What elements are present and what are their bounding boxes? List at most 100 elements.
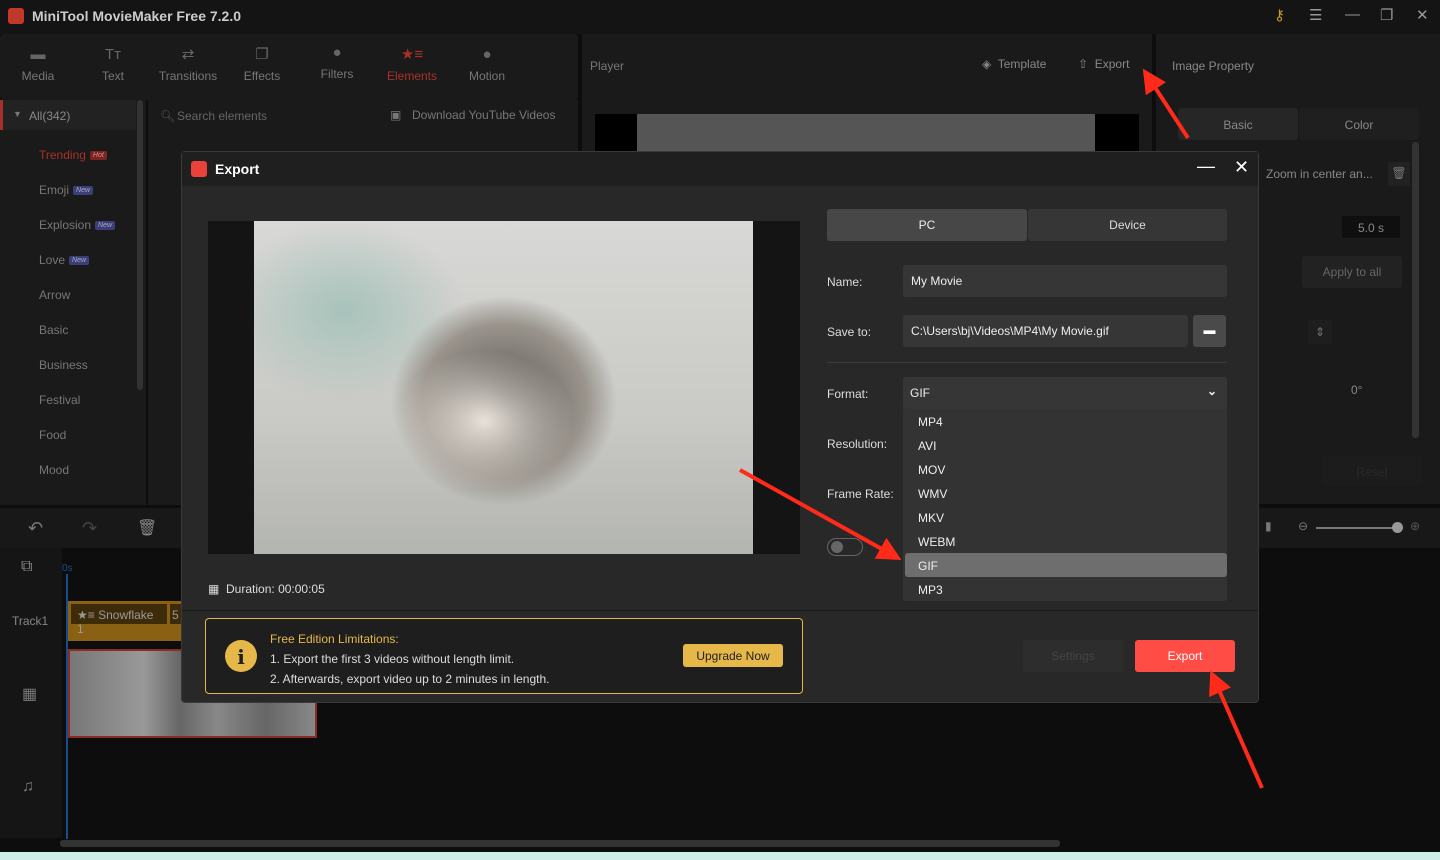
category-item[interactable]: Trending Hot [39, 148, 107, 162]
category-item[interactable]: Business [39, 358, 88, 372]
close-icon[interactable]: ✕ [1416, 6, 1429, 24]
toggle-knob [831, 541, 843, 553]
format-select[interactable]: GIF ⌄ [903, 377, 1227, 409]
elements-icon: ★≡ [400, 46, 424, 63]
search-input[interactable]: Search elements [177, 109, 267, 123]
tab-motion[interactable]: ● Motion [457, 46, 517, 83]
tab-color[interactable]: Color [1299, 108, 1419, 140]
text-icon: Tт [104, 46, 122, 63]
category-item[interactable]: Festival [39, 393, 80, 407]
name-input[interactable]: My Movie [903, 265, 1227, 297]
film-icon: ▦ [208, 582, 220, 596]
app-title: MiniTool MovieMaker Free 7.2.0 [32, 8, 242, 24]
reset-button[interactable]: Reset [1322, 456, 1422, 486]
zoom-in-icon[interactable]: ⊕ [1410, 519, 1420, 533]
folder-icon: ▬ [30, 46, 46, 63]
video-track-icon: ▦ [22, 686, 38, 703]
category-badge: Hot [89, 151, 107, 161]
preview-image [637, 114, 1095, 154]
export-top-button[interactable]: ⇧ Export [1078, 57, 1129, 71]
template-button[interactable]: ◈ Template [982, 57, 1046, 71]
tab-text[interactable]: Tт Text [83, 46, 143, 83]
timeline-scrollbar[interactable] [60, 840, 1060, 847]
category-item[interactable]: Explosion New [39, 218, 116, 232]
format-option-gif[interactable]: GIF [905, 553, 1227, 577]
maximize-icon[interactable]: ❐ [1380, 6, 1393, 24]
category-item[interactable]: Basic [39, 323, 68, 337]
close-icon[interactable]: ✕ [1234, 157, 1249, 178]
minimize-icon[interactable]: — [1197, 156, 1215, 177]
tab-basic[interactable]: Basic [1178, 108, 1298, 140]
category-item[interactable]: Food [39, 428, 66, 442]
category-badge: New [73, 186, 94, 196]
category-all-label: All(342) [29, 109, 71, 123]
format-option-wmv[interactable]: WMV [905, 481, 1227, 505]
main-toolbar: ▬ Media Tт Text ⇄ Transitions ❐ Effects ● Fil… [0, 34, 578, 100]
tab-transitions[interactable]: ⇄ Transitions [152, 46, 224, 83]
element-clip[interactable]: ★≡ Snowflake 1 5 [68, 601, 183, 641]
export-dialog: Export — ✕ ▦ Duration: 00:00:05 PC Devic… [181, 151, 1259, 703]
property-scrollbar[interactable] [1412, 142, 1419, 438]
sidebar-scrollbar[interactable] [137, 100, 143, 390]
category-item[interactable]: Love New [39, 253, 90, 267]
zoom-slider[interactable] [1316, 527, 1396, 529]
format-option-avi[interactable]: AVI [905, 433, 1227, 457]
category-label: Emoji [39, 183, 70, 197]
save-path-input[interactable]: C:\Users\bj\Videos\MP4\My Movie.gif [903, 315, 1188, 347]
category-badge: New [95, 221, 116, 231]
player-title: Player [590, 59, 625, 73]
tab-label: Effects [243, 69, 281, 83]
add-track-icon[interactable]: ⧉ [21, 558, 32, 576]
tab-filters[interactable]: ● Filters [307, 44, 367, 81]
flip-vertical-icon[interactable]: ⇕ [1308, 320, 1332, 344]
tab-device[interactable]: Device [1028, 209, 1227, 241]
category-item[interactable]: Mood [39, 463, 69, 477]
folder-icon: ▬ [1203, 323, 1216, 337]
settings-button[interactable]: Settings [1023, 640, 1123, 672]
delete-icon[interactable]: 🗑︎ [137, 518, 157, 538]
menu-icon[interactable]: ☰ [1309, 6, 1322, 24]
trash-icon[interactable]: 🗑︎ [1388, 162, 1410, 186]
category-item[interactable]: Emoji New [39, 183, 94, 197]
download-youtube-link[interactable]: Download YouTube Videos [412, 108, 555, 122]
property-title: Image Property [1172, 59, 1255, 73]
toggle-switch[interactable] [827, 538, 863, 556]
redo-icon[interactable]: ↷ [82, 518, 97, 539]
minimize-icon[interactable]: — [1345, 6, 1360, 23]
export-button[interactable]: Export [1135, 640, 1235, 672]
upload-icon: ⇧ [1078, 57, 1089, 71]
search-icon: 🔍︎ [160, 109, 176, 123]
format-option-webm[interactable]: WEBM [905, 529, 1227, 553]
tab-media[interactable]: ▬ Media [8, 46, 68, 83]
zoom-slider-handle[interactable] [1392, 522, 1403, 533]
category-label: Food [39, 428, 67, 442]
key-icon[interactable]: ⚷ [1274, 6, 1285, 24]
format-option-mkv[interactable]: MKV [905, 505, 1227, 529]
upgrade-now-button[interactable]: Upgrade Now [683, 644, 783, 667]
format-option-mp4[interactable]: MP4 [905, 409, 1227, 433]
chevron-down-icon: ⌄ [1206, 384, 1217, 398]
zoom-out-icon[interactable]: ⊖ [1298, 519, 1308, 533]
music-track-icon: ♫ [22, 778, 34, 795]
category-item[interactable]: Arrow [39, 288, 70, 302]
format-option-mp3[interactable]: MP3 [905, 577, 1227, 601]
category-label: Arrow [39, 288, 71, 302]
folder-browse-button[interactable]: ▬ [1193, 315, 1226, 347]
transitions-icon: ⇄ [181, 46, 195, 63]
preview-area [595, 114, 1139, 154]
tab-label: Motion [468, 69, 506, 83]
apply-to-all-button[interactable]: Apply to all [1302, 256, 1402, 288]
tab-elements[interactable]: ★≡ Elements [382, 46, 442, 83]
clip-label: ★≡ Snowflake 1 [71, 604, 167, 636]
audio-icon[interactable]: ▮ [1265, 519, 1272, 533]
tab-pc[interactable]: PC [827, 209, 1027, 241]
motion-icon: ● [482, 46, 492, 63]
category-all[interactable]: ▼ All(342) [0, 100, 136, 130]
undo-icon[interactable]: ↶ [28, 518, 43, 539]
duration-field[interactable]: 5.0 s [1342, 216, 1400, 238]
format-option-mov[interactable]: MOV [905, 457, 1227, 481]
tab-effects[interactable]: ❐ Effects [232, 46, 292, 83]
category-label: Love [39, 253, 66, 267]
frame-rate-label: Frame Rate: [827, 487, 894, 501]
format-label: Format: [827, 387, 869, 401]
